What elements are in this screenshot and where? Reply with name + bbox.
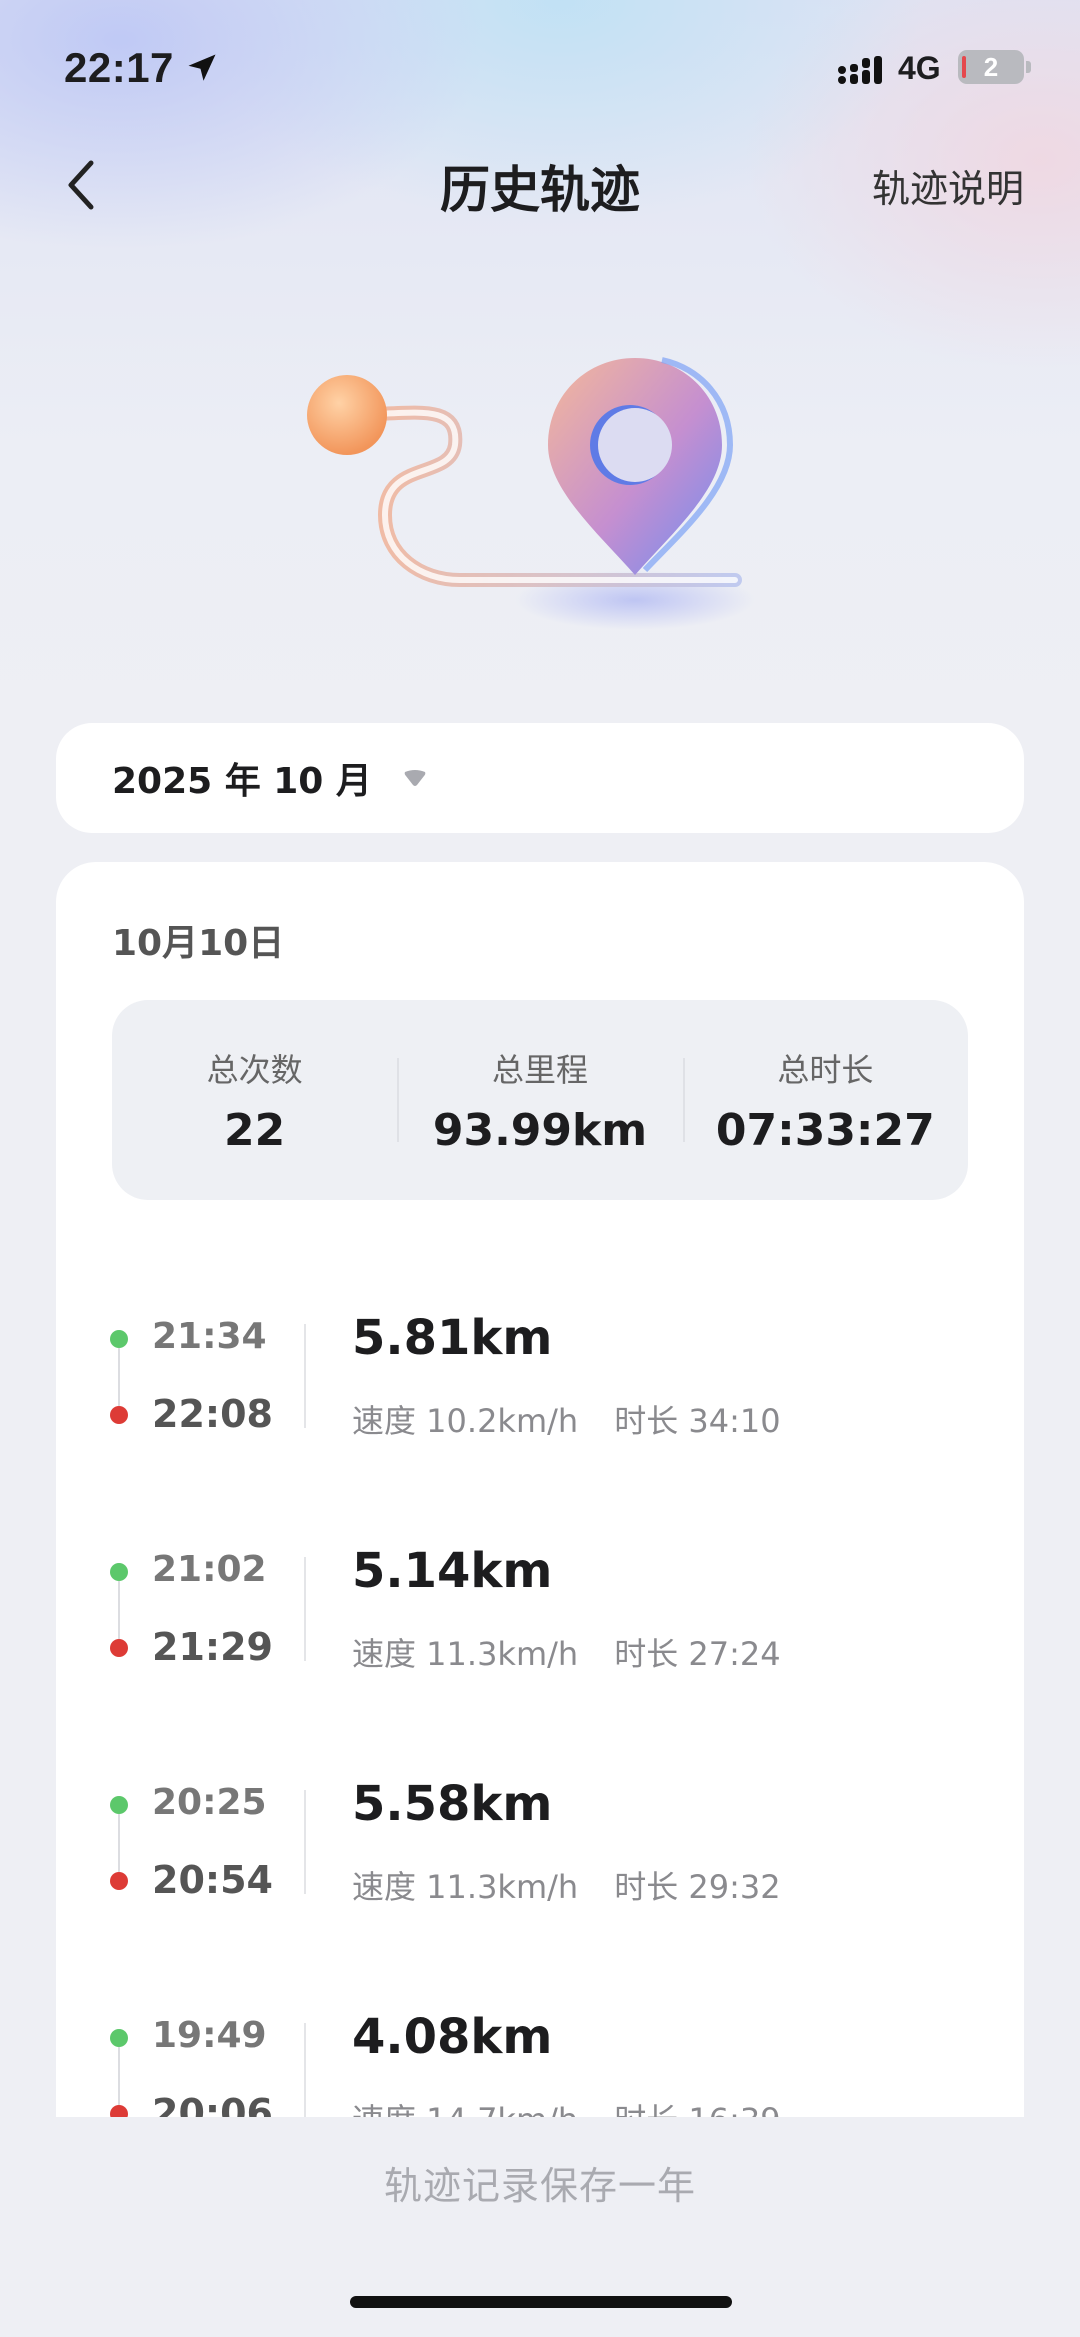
trip-end-time: 20:54 — [152, 1858, 273, 1902]
stat-label: 总里程 — [491, 1050, 588, 1089]
retention-note: 轨迹记录保存一年 — [383, 2164, 696, 2208]
trip-start-time: 20:25 — [152, 1782, 267, 1823]
trip-item[interactable]: 21:02 21:29 5.14km 速度 11.3km/h 时长 27:24 — [56, 1529, 1024, 1679]
stat-label: 总次数 — [206, 1050, 303, 1089]
trip-meta: 速度 11.3km/h 时长 27:24 — [352, 1629, 781, 1675]
caret-down-icon — [404, 770, 426, 786]
trip-meta: 速度 10.2km/h 时长 34:10 — [352, 1396, 781, 1442]
battery-icon: 2 — [958, 50, 1024, 84]
end-dot-icon — [110, 1872, 128, 1890]
trip-duration: 时长 34:10 — [614, 1402, 781, 1440]
trip-start-time: 21:02 — [152, 1549, 267, 1590]
trip-item[interactable]: 20:25 20:54 5.58km 速度 11.3km/h 时长 29:32 — [56, 1762, 1024, 1912]
trip-speed: 速度 11.3km/h — [352, 1868, 579, 1906]
trip-duration: 时长 29:32 — [614, 1868, 781, 1906]
trip-speed: 速度 11.3km/h — [352, 1635, 579, 1673]
trip-end-time: 22:08 — [152, 1392, 273, 1436]
trip-distance: 5.58km — [352, 1776, 553, 1832]
cellular-signal-icon — [838, 56, 882, 84]
network-type: 4G — [898, 50, 941, 86]
track-illustration — [307, 357, 755, 630]
timeline-connector — [118, 2047, 120, 2105]
trip-item[interactable]: 19:49 20:06 4.08km 速度 14.7km/h 时长 16:39 — [56, 1995, 1024, 2117]
timeline-connector — [118, 1581, 120, 1639]
stat-value: 93.99km — [432, 1104, 648, 1156]
stat-total-count: 总次数 22 — [112, 1000, 397, 1200]
trip-meta: 速度 14.7km/h 时长 16:39 — [352, 2095, 781, 2117]
status-bar: 22:17 4G 2 — [0, 0, 1080, 130]
status-time: 22:17 — [64, 44, 174, 91]
end-dot-icon — [110, 1406, 128, 1424]
trip-speed: 速度 14.7km/h — [352, 2101, 578, 2117]
trip-duration: 时长 27:24 — [614, 1635, 781, 1673]
battery-tip — [1026, 61, 1031, 73]
divider — [304, 1324, 306, 1428]
stat-total-distance: 总里程 93.99km — [397, 1000, 682, 1200]
day-card: 10月10日 总次数 22 总里程 93.99km 总时长 07:33:27 2… — [56, 862, 1024, 2117]
trip-speed: 速度 10.2km/h — [352, 1402, 579, 1440]
start-dot-icon — [110, 1796, 128, 1814]
stat-label: 总时长 — [777, 1050, 874, 1089]
trip-meta: 速度 11.3km/h 时长 29:32 — [352, 1862, 781, 1908]
trip-start-time: 19:49 — [152, 2015, 267, 2056]
trip-end-time: 20:06 — [152, 2091, 273, 2117]
trip-end-time: 21:29 — [152, 1625, 273, 1669]
stat-value: 22 — [224, 1104, 286, 1156]
trip-duration: 时长 16:39 — [614, 2101, 780, 2117]
day-label: 10月10日 — [112, 923, 285, 964]
month-selector[interactable]: 2025 年 10 月 — [56, 723, 1024, 833]
divider — [304, 2023, 306, 2117]
battery-level: 2 — [983, 51, 999, 82]
trip-start-time: 21:34 — [152, 1316, 267, 1357]
start-dot-icon — [110, 1563, 128, 1581]
stat-total-duration: 总时长 07:33:27 — [682, 1000, 968, 1200]
day-summary: 总次数 22 总里程 93.99km 总时长 07:33:27 — [112, 1000, 968, 1200]
divider — [304, 1557, 306, 1661]
home-indicator[interactable] — [350, 2296, 732, 2308]
trip-distance: 5.81km — [352, 1310, 553, 1366]
timeline-connector — [118, 1348, 120, 1406]
location-arrow-icon — [188, 54, 216, 81]
trip-item[interactable]: 21:34 22:08 5.81km 速度 10.2km/h 时长 34:10 — [56, 1296, 1024, 1446]
timeline-connector — [118, 1814, 120, 1872]
end-dot-icon — [110, 2105, 128, 2117]
track-help-link[interactable]: 轨迹说明 — [872, 158, 1024, 213]
trip-distance: 5.14km — [352, 1543, 553, 1599]
divider — [304, 1790, 306, 1894]
start-dot-icon — [110, 1330, 128, 1348]
month-label: 2025 年 10 月 — [112, 761, 372, 802]
trip-distance: 4.08km — [352, 2009, 553, 2065]
stat-value: 07:33:27 — [715, 1104, 935, 1156]
end-dot-icon — [110, 1639, 128, 1657]
start-dot-icon — [110, 2029, 128, 2047]
